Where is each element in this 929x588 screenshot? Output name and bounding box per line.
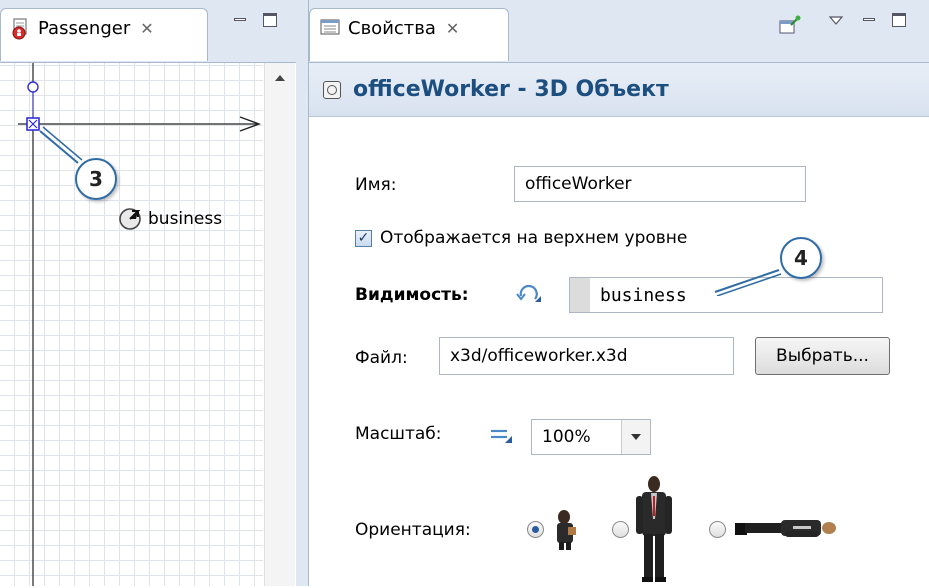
properties-tabbar: Свойства ✕ [309,0,929,63]
file-field[interactable]: x3d/officeworker.x3d [439,337,734,375]
canvas-axes [18,63,262,586]
name-field[interactable]: officeWorker [514,166,806,202]
name-label: Имя: [355,175,397,195]
orientation-label: Ориентация: [355,520,471,540]
business-node[interactable]: business [118,207,222,231]
front-figure-icon [550,507,580,551]
tab-passenger-label: Passenger [38,18,131,39]
minimize-icon[interactable] [232,13,248,27]
orientation-radio-front[interactable] [527,521,544,538]
orientation-radio-lying[interactable] [709,521,726,538]
passenger-agent-icon [11,18,31,40]
diagram-canvas[interactable]: business 3 [0,63,263,586]
standing-figure-icon [633,474,675,584]
scale-select-value: 100% [542,427,591,447]
name-field-value: officeWorker [525,174,632,194]
dropdown-arrow-icon[interactable] [621,420,650,454]
rotation-dial-icon [119,208,141,230]
orientation-radio-standing[interactable] [612,521,629,538]
code-field-gutter [570,278,590,312]
callout-3: 3 [75,158,117,200]
file-field-value: x3d/officeworker.x3d [450,346,628,366]
close-tab-icon[interactable]: ✕ [446,18,459,40]
tab-properties[interactable]: Свойства ✕ [309,8,509,61]
choose-file-button[interactable]: Выбрать... [755,337,890,375]
editor-tabbar: Passenger ✕ [0,0,296,63]
panel-splitter[interactable] [296,0,308,586]
passenger-editor-panel: Passenger ✕ business 3 [0,0,297,586]
properties-header: officeWorker - 3D Объект [309,63,929,117]
file-label: Файл: [355,348,408,368]
maximize-icon[interactable] [891,13,907,27]
top-level-checkbox[interactable]: ✓ [355,230,372,247]
scale-select[interactable]: 100% [531,419,651,455]
view-menu-icon[interactable] [828,12,844,25]
vertical-scrollbar[interactable] [264,63,295,586]
close-tab-icon[interactable]: ✕ [140,18,153,40]
top-level-checkbox-label: Отображается на верхнем уровне [380,228,688,248]
maximize-icon[interactable] [262,13,278,27]
visibility-label: Видимость: [355,285,469,305]
minimize-icon[interactable] [861,13,877,27]
cube-object-icon [323,80,341,99]
business-node-label: business [148,209,223,229]
visibility-field-value: business [600,284,687,306]
static-value-icon[interactable] [489,425,513,445]
scale-label: Масштаб: [355,424,442,444]
page-title: officeWorker - 3D Объект [353,77,669,102]
lying-figure-icon [733,515,837,543]
tab-passenger[interactable]: Passenger ✕ [0,8,208,61]
callout-4: 4 [780,237,822,279]
dynamic-value-icon[interactable] [515,282,543,306]
properties-panel: Свойства ✕ officeWorker - 3D Объект Имя:… [308,0,929,586]
scroll-up-icon[interactable] [275,75,285,81]
tab-properties-label: Свойства [348,18,436,39]
pin-view-icon[interactable] [779,15,801,35]
properties-icon [320,18,340,36]
